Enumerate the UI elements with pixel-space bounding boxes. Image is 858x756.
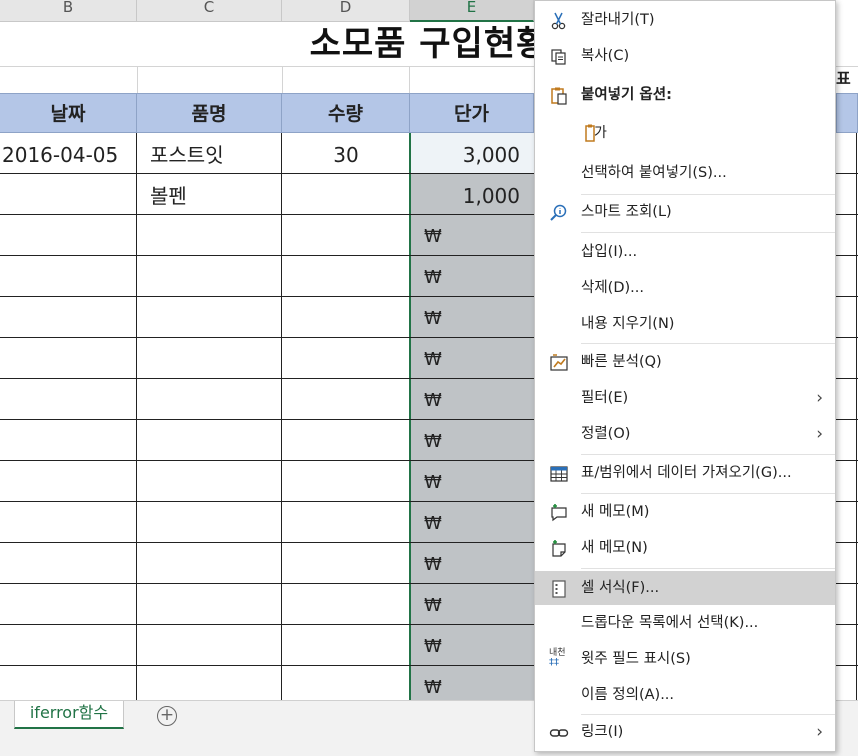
paste-icon	[549, 85, 569, 105]
menu-phonetic-field[interactable]: 내천 ‡‡ 윗주 필드 표시(S)	[535, 642, 835, 676]
paste-text-icon: 가	[585, 123, 611, 143]
currency-cell[interactable]: ₩	[424, 677, 442, 698]
link-icon	[549, 722, 569, 742]
partial-header-label: 표	[836, 69, 851, 88]
menu-quick-analysis[interactable]: 빠른 분석(Q)	[535, 345, 835, 379]
add-sheet-button[interactable]: +	[157, 706, 177, 726]
menu-sort[interactable]: 정렬(O) ›	[535, 417, 835, 451]
currency-cell[interactable]: ₩	[424, 636, 442, 657]
chevron-right-icon: ›	[816, 722, 823, 742]
menu-new-note[interactable]: 새 메모(N)	[535, 531, 835, 565]
currency-cell[interactable]: ₩	[424, 595, 442, 616]
column-header-b[interactable]: B	[0, 0, 137, 22]
header-partial-right[interactable]	[836, 93, 858, 133]
currency-cell[interactable]: ₩	[424, 554, 442, 575]
menu-get-data-from-table[interactable]: 표/범위에서 데이터 가져오기(G)...	[535, 456, 835, 490]
quick-analysis-icon	[549, 352, 569, 372]
header-date[interactable]: 날짜	[0, 93, 137, 133]
paste-option-keep-text[interactable]: 가	[581, 117, 615, 151]
currency-cell[interactable]: ₩	[424, 513, 442, 534]
sheet-tab-iferror[interactable]: iferror함수	[14, 701, 124, 729]
menu-copy[interactable]: 복사(C)	[535, 39, 835, 73]
currency-cell[interactable]: ₩	[424, 226, 442, 247]
menu-insert[interactable]: 삽입(I)...	[535, 235, 835, 269]
new-note-icon	[549, 538, 569, 558]
format-cells-icon	[549, 578, 569, 598]
menu-define-name[interactable]: 이름 정의(A)...	[535, 678, 835, 712]
menu-pick-from-dropdown[interactable]: 드롭다운 목록에서 선택(K)...	[535, 606, 835, 640]
currency-cell[interactable]: ₩	[424, 349, 442, 370]
currency-cell[interactable]: ₩	[424, 472, 442, 493]
header-price[interactable]: 단가	[410, 93, 534, 133]
chevron-right-icon: ›	[816, 424, 823, 444]
menu-clear-contents[interactable]: 내용 지우기(N)	[535, 307, 835, 341]
menu-paste-options: 붙여넣기 옵션:	[535, 78, 835, 112]
currency-cell[interactable]: ₩	[424, 308, 442, 329]
cell-price-row1[interactable]: 3,000	[410, 135, 520, 175]
menu-link[interactable]: 링크(I) ›	[535, 715, 835, 749]
context-menu: 잘라내기(T) 복사(C) 붙여넣기 옵션: 가 선택하여 붙여넣기(S)...…	[534, 0, 836, 752]
scissors-icon	[549, 10, 569, 30]
new-comment-icon	[549, 502, 569, 522]
table-icon	[549, 463, 569, 483]
header-qty[interactable]: 수량	[282, 93, 410, 133]
cell-item-row1[interactable]: 포스트잇	[150, 135, 278, 175]
phonetic-icon: 내천 ‡‡	[549, 648, 566, 668]
menu-delete[interactable]: 삭제(D)...	[535, 271, 835, 305]
smart-lookup-icon	[549, 202, 569, 222]
menu-filter[interactable]: 필터(E) ›	[535, 381, 835, 415]
menu-new-comment[interactable]: 새 메모(M)	[535, 495, 835, 529]
cell-date-row1[interactable]: 2016-04-05	[2, 135, 135, 175]
cell-qty-row1[interactable]: 30	[282, 135, 410, 175]
currency-cell[interactable]: ₩	[424, 390, 442, 411]
column-header-d[interactable]: D	[282, 0, 410, 22]
menu-smart-lookup[interactable]: 스마트 조회(L)	[535, 195, 835, 229]
menu-cut[interactable]: 잘라내기(T)	[535, 3, 835, 37]
chevron-right-icon: ›	[816, 388, 823, 408]
cell-item-row2[interactable]: 볼펜	[150, 176, 278, 216]
header-item[interactable]: 품명	[137, 93, 282, 133]
column-header-e[interactable]: E	[410, 0, 534, 22]
cell-price-row2[interactable]: 1,000	[410, 176, 520, 216]
menu-format-cells[interactable]: 셀 서식(F)...	[535, 571, 835, 605]
column-header-c[interactable]: C	[137, 0, 282, 22]
currency-cell[interactable]: ₩	[424, 267, 442, 288]
copy-icon	[549, 46, 569, 66]
menu-paste-special[interactable]: 선택하여 붙여넣기(S)...	[535, 156, 835, 190]
currency-cell[interactable]: ₩	[424, 431, 442, 452]
